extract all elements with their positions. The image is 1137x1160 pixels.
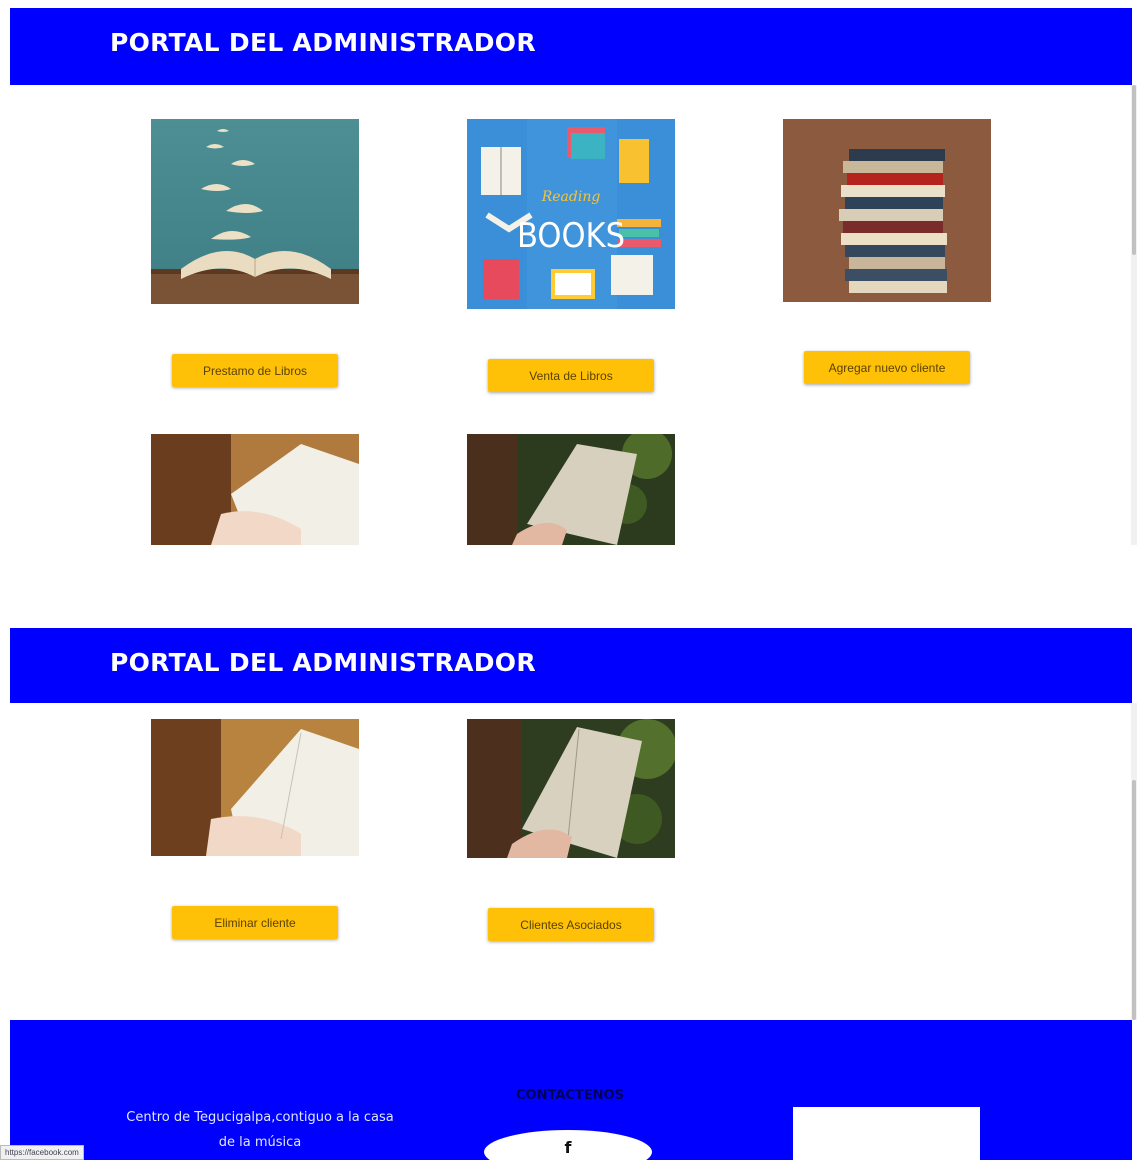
contact-heading: CONTACTENOS	[516, 1088, 624, 1103]
top-viewport: PORTAL DEL ADMINISTRADOR Prestamo de Lib…	[0, 0, 1137, 545]
facebook-button[interactable]: f	[484, 1130, 652, 1160]
hands-holding-book-image	[151, 434, 359, 545]
facebook-icon: f	[564, 1138, 572, 1157]
venta-de-libros-button[interactable]: Venta de Libros	[488, 359, 654, 392]
eliminar-cliente-button[interactable]: Eliminar cliente	[172, 906, 338, 939]
bottom-viewport: PORTAL DEL ADMINISTRADOR Eliminar client…	[0, 620, 1137, 1160]
prestamo-de-libros-button[interactable]: Prestamo de Libros	[172, 354, 338, 387]
footer-address-line1: Centro de Tegucigalpa,contiguo a la casa	[126, 1110, 394, 1125]
scrollbar-thumb[interactable]	[1132, 780, 1136, 1020]
reading-poster-books-text: BOOKS	[517, 216, 625, 256]
footer: Centro de Tegucigalpa,contiguo a la casa…	[10, 1020, 1132, 1160]
scrollbar-thumb[interactable]	[1132, 85, 1136, 255]
hands-holding-book-image	[151, 719, 359, 856]
reading-poster-script-text: Reading	[541, 189, 601, 205]
page-title: PORTAL DEL ADMINISTRADOR	[110, 648, 536, 677]
status-bar-url: https://facebook.com	[0, 1145, 84, 1160]
page-title: PORTAL DEL ADMINISTRADOR	[110, 28, 536, 57]
bottom-header: PORTAL DEL ADMINISTRADOR	[10, 628, 1132, 703]
footer-address-line2: de la música	[218, 1135, 302, 1150]
footer-map-box	[793, 1107, 980, 1160]
clientes-asociados-button[interactable]: Clientes Asociados	[488, 908, 654, 941]
book-under-tree-image	[467, 434, 675, 545]
top-header: PORTAL DEL ADMINISTRADOR	[10, 8, 1132, 85]
stacked-books-image	[783, 119, 991, 302]
book-under-tree-image	[467, 719, 675, 858]
reading-books-poster-image: Reading BOOKS	[467, 119, 675, 309]
footer-address: Centro de Tegucigalpa,contiguo a la casa…	[110, 1105, 410, 1155]
agregar-nuevo-cliente-button[interactable]: Agregar nuevo cliente	[804, 351, 970, 384]
flying-pages-book-image	[151, 119, 359, 304]
